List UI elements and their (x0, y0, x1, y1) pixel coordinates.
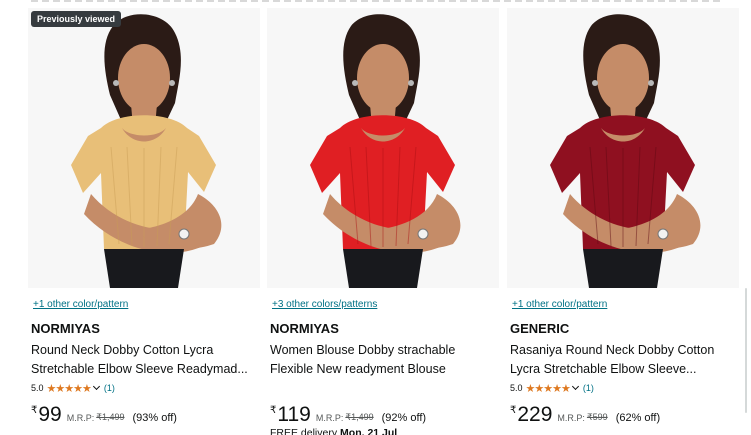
product-image[interactable] (507, 8, 739, 288)
star-rating-icons[interactable]: ★★★★★ (526, 382, 571, 395)
title-line-1[interactable]: Women Blouse Dobby strachable (270, 341, 498, 360)
title-line-2[interactable]: Stretchable Elbow Sleeve Readymad... (31, 360, 259, 379)
product-card-3[interactable]: +1 other color/pattern GENERIC Rasaniya … (507, 8, 739, 435)
price: 119 (277, 403, 311, 426)
discount: (62% off) (615, 412, 661, 424)
rating-row[interactable]: 5.0 ★★★★★ (1) (510, 381, 594, 395)
title-line-2[interactable]: Flexible New readyment Blouse (270, 360, 498, 379)
discount: (93% off) (132, 412, 177, 424)
chevron-down-icon[interactable] (572, 383, 580, 391)
right-scroll-edge (741, 0, 751, 435)
price: 229 (517, 403, 553, 426)
rating-value: 5.0 (31, 383, 44, 393)
product-title[interactable]: Round Neck Dobby Cotton Lycra Stretchabl… (31, 341, 259, 379)
mrp-label: M.R.P: (557, 413, 585, 423)
previously-viewed-badge: Previously viewed (31, 11, 122, 27)
delivery-info: FREE delivery Mon, 21 Jul (270, 427, 397, 435)
other-colors-link[interactable]: +3 other colors/patterns (272, 299, 377, 310)
star-rating-icons[interactable]: ★★★★★ (47, 382, 92, 395)
product-card-2[interactable]: +3 other colors/patterns NORMIYAS Women … (267, 8, 499, 435)
discount: (92% off) (381, 412, 427, 424)
mrp-value: ₹1,499 (345, 412, 374, 422)
product-card-1[interactable]: Previously viewed +1 other color/pattern… (28, 8, 260, 435)
top-divider (0, 0, 751, 4)
title-line-1[interactable]: Round Neck Dobby Cotton Lycra (31, 341, 259, 360)
blouse-model-image[interactable] (267, 8, 499, 288)
price-row: ₹ 229 M.R.P: ₹599 (62% off) (510, 402, 660, 427)
review-count[interactable]: (1) (104, 383, 115, 393)
price: 99 (38, 403, 62, 426)
price-row: ₹ 99 M.R.P: ₹1,499 (93% off) (31, 402, 177, 427)
product-results-page: Previously viewed +1 other color/pattern… (0, 0, 751, 435)
other-color-link[interactable]: +1 other color/pattern (33, 299, 128, 310)
brand-name: NORMIYAS (31, 321, 100, 336)
mrp-value: ₹1,499 (96, 412, 125, 422)
brand-name: GENERIC (510, 321, 570, 336)
title-line-2[interactable]: Lycra Stretchable Elbow Sleeve... (510, 360, 738, 379)
currency-symbol: ₹ (510, 405, 517, 416)
product-title[interactable]: Rasaniya Round Neck Dobby Cotton Lycra S… (510, 341, 738, 379)
mrp-label: M.R.P: (315, 413, 344, 423)
chevron-down-icon[interactable] (93, 383, 101, 391)
review-count[interactable]: (1) (583, 383, 594, 393)
currency-symbol: ₹ (270, 405, 277, 416)
brand-name: NORMIYAS (270, 321, 339, 336)
price-row: ₹ 119 M.R.P: ₹1,499 (92% off) (270, 402, 426, 427)
rating-value: 5.0 (510, 383, 523, 393)
mrp-value: ₹599 (586, 412, 608, 422)
product-image[interactable] (267, 8, 499, 288)
rating-row[interactable]: 5.0 ★★★★★ (1) (31, 381, 115, 395)
product-image[interactable]: Previously viewed (28, 8, 260, 288)
title-line-1[interactable]: Rasaniya Round Neck Dobby Cotton (510, 341, 738, 360)
currency-symbol: ₹ (31, 405, 38, 416)
other-color-link[interactable]: +1 other color/pattern (512, 299, 607, 310)
product-title[interactable]: Women Blouse Dobby strachable Flexible N… (270, 341, 498, 379)
blouse-model-image[interactable] (28, 8, 260, 288)
mrp-label: M.R.P: (66, 413, 95, 423)
delivery-prefix: FREE delivery (270, 427, 341, 435)
blouse-model-image[interactable] (507, 8, 739, 288)
delivery-date: Mon, 21 Jul (340, 427, 398, 435)
